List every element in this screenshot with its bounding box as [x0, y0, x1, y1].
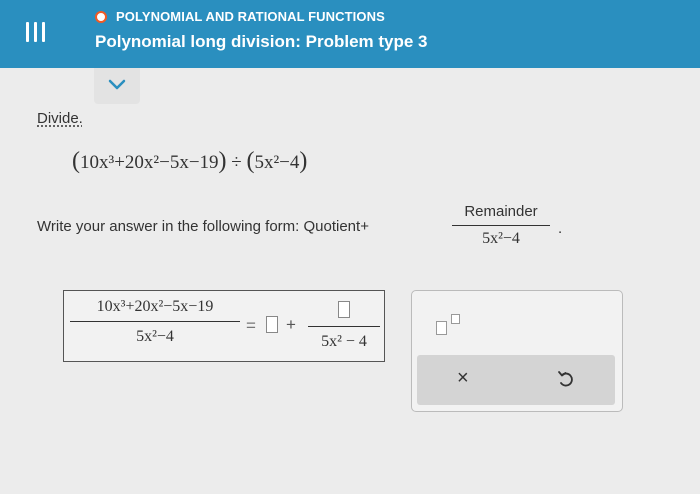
top-banner: POLYNOMIAL AND RATIONAL FUNCTIONS Polyno…	[0, 0, 700, 68]
math-keypad: ×	[411, 290, 623, 412]
divisor-text: 5x²−4	[254, 152, 300, 173]
undo-icon[interactable]	[557, 369, 575, 394]
clear-button[interactable]: ×	[457, 367, 469, 390]
given-fraction: 10x³+20x²−5x−19 5x²−4	[70, 298, 240, 346]
instruction-period: .	[558, 220, 563, 237]
form-fraction: Remainder 5x²−4	[452, 203, 550, 248]
dividend-text: 10x³+20x²−5x−19	[80, 152, 219, 173]
instruction-text: Write your answer in the following form:…	[37, 218, 361, 235]
form-denominator: 5x²−4	[482, 230, 520, 247]
plus-sign: +	[286, 315, 296, 334]
collapse-button[interactable]	[94, 68, 140, 104]
menu-icon[interactable]	[26, 20, 46, 46]
remainder-label: Remainder	[452, 203, 550, 226]
fraction-bar	[308, 326, 380, 328]
topic-label: POLYNOMIAL AND RATIONAL FUNCTIONS	[116, 9, 385, 24]
answer-numerator: 10x³+20x²−5x−19	[70, 298, 240, 322]
remainder-input[interactable]	[338, 301, 350, 318]
instruction-plus: +	[360, 218, 369, 235]
remainder-denominator: 5x² − 4	[321, 333, 367, 350]
page-title: Polynomial long division: Problem type 3	[95, 32, 428, 51]
quotient-input[interactable]	[266, 316, 278, 333]
keypad-action-bar: ×	[417, 355, 615, 405]
answer-denominator: 5x²−4	[136, 328, 174, 345]
answer-form-instruction: Write your answer in the following form:…	[37, 218, 369, 235]
division-expression: (10x³+20x²−5x−19) ÷ (5x²−4)	[72, 148, 308, 174]
divide-label[interactable]: Divide.	[37, 110, 83, 127]
status-dot-icon	[95, 10, 107, 23]
chevron-down-icon	[108, 79, 126, 90]
fraction-template-icon[interactable]	[434, 313, 474, 337]
answer-box: 10x³+20x²−5x−19 5x²−4 = + 5x² − 4	[63, 290, 385, 362]
topic-row: POLYNOMIAL AND RATIONAL FUNCTIONS	[95, 9, 385, 24]
equals-sign: =	[246, 316, 256, 335]
